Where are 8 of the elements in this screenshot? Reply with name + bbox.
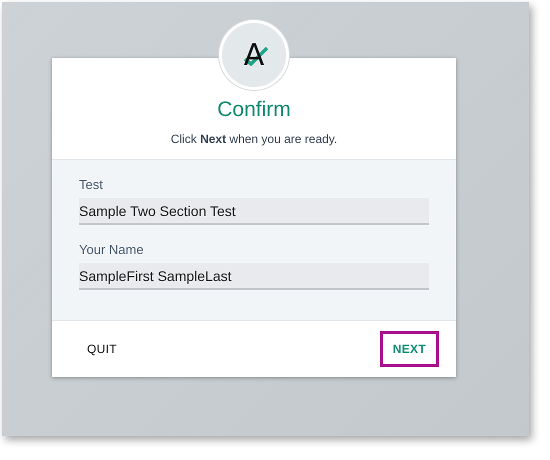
input-field[interactable]: Sample Two Section Test — [79, 198, 429, 225]
quit-button[interactable]: QUIT — [74, 331, 130, 367]
field-label: Test — [79, 177, 104, 192]
dialog-title: Confirm — [217, 98, 291, 122]
field-label: Your Name — [79, 242, 145, 257]
input-field[interactable]: SampleFirst SampleLast — [79, 263, 429, 290]
next-button[interactable]: NEXT — [380, 331, 439, 367]
instruction-text: Click Next when you are ready. — [170, 132, 338, 146]
